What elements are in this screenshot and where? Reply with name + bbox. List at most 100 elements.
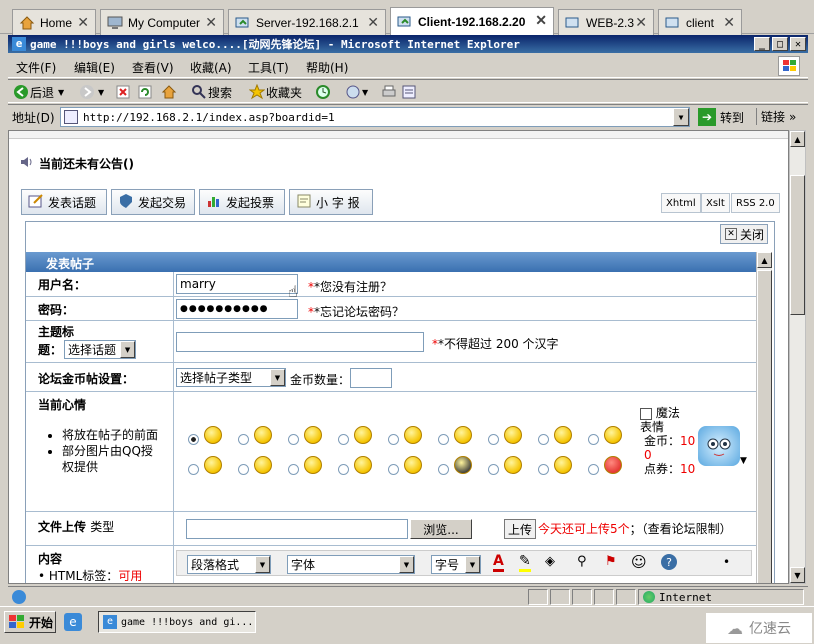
close-icon[interactable]: ✕ <box>635 14 647 31</box>
mood-radio[interactable] <box>338 464 349 475</box>
address-input[interactable]: http://192.168.2.1/index.asp?boardid=1 ▼ <box>60 107 690 127</box>
maximize-button[interactable]: □ <box>772 37 788 51</box>
mood-radio[interactable] <box>238 434 249 445</box>
home-button[interactable] <box>160 83 178 101</box>
refresh-button[interactable] <box>136 83 154 101</box>
page-scrollbar[interactable]: ▲ ▼ <box>789 130 806 584</box>
menu-view[interactable]: 查看(V) <box>132 59 174 76</box>
xhtml-button[interactable]: Xhtml <box>661 193 701 213</box>
font-color-icon[interactable]: A <box>493 553 504 572</box>
quicklaunch-ie-icon[interactable]: e <box>64 613 82 631</box>
tab-client[interactable]: client ✕ <box>658 9 742 35</box>
mood-radio[interactable] <box>188 464 199 475</box>
magic-emoticon[interactable] <box>698 426 740 466</box>
mood-radio[interactable] <box>588 434 599 445</box>
tab-web[interactable]: WEB-2.3 ✕ <box>558 9 654 35</box>
close-icon[interactable]: ✕ <box>535 12 547 29</box>
forgot-password-link[interactable]: **忘记论坛密码？ <box>308 303 404 320</box>
stop-button[interactable] <box>114 83 132 101</box>
start-trade-button[interactable]: 发起交易 <box>111 189 195 215</box>
mood-radio[interactable] <box>338 434 349 445</box>
history-icon <box>314 83 332 101</box>
scroll-thumb[interactable] <box>790 175 805 315</box>
menu-file[interactable]: 文件(F) <box>16 59 56 76</box>
start-vote-button[interactable]: 发起投票 <box>199 189 285 215</box>
mood-radio[interactable] <box>288 464 299 475</box>
help-icon[interactable]: ? <box>661 554 677 570</box>
mood-radio[interactable] <box>438 464 449 475</box>
taskbar-window-button[interactable]: e game !!!boys and gi... <box>98 611 256 633</box>
paragraph-format-select[interactable]: 段落格式 ▼ <box>187 555 271 574</box>
flag-icon[interactable]: ⚑ <box>605 554 617 569</box>
password-input[interactable]: ●●●●●●●●●● <box>176 299 298 319</box>
menu-favorites[interactable]: 收藏(A) <box>190 59 232 76</box>
mood-radio[interactable] <box>188 434 199 445</box>
upload-button[interactable]: 上传 <box>504 519 536 539</box>
mood-radio[interactable] <box>488 434 499 445</box>
tab-home[interactable]: Home ✕ <box>12 9 96 35</box>
mail-button[interactable]: ▼ <box>344 83 368 101</box>
menu-tools[interactable]: 工具(T) <box>248 59 289 76</box>
minimize-button[interactable]: _ <box>754 37 770 51</box>
close-icon[interactable]: ✕ <box>367 14 379 31</box>
mood-radio[interactable] <box>538 434 549 445</box>
status-pane <box>572 589 592 605</box>
mood-radio[interactable] <box>438 434 449 445</box>
gold-amount-input[interactable] <box>350 368 392 388</box>
tab-my-computer[interactable]: My Computer ✕ <box>100 9 224 35</box>
close-icon[interactable]: ✕ <box>723 14 735 31</box>
go-button[interactable]: ➔ 转到 <box>698 108 744 126</box>
mood-radio[interactable] <box>388 464 399 475</box>
close-panel-button[interactable]: ✕ 关闭 <box>720 224 768 244</box>
favorites-button[interactable]: 收藏夹 <box>248 83 302 101</box>
upload-limit-link[interactable]: （查看论坛限制） <box>642 522 732 536</box>
print-button[interactable] <box>380 83 398 101</box>
scroll-down-button[interactable]: ▼ <box>790 567 805 583</box>
mood-radio[interactable] <box>588 464 599 475</box>
forward-button[interactable]: ▼ <box>78 83 104 101</box>
find-icon[interactable]: ⚲ <box>577 554 587 569</box>
back-label: 后退 <box>30 85 55 100</box>
topic-select[interactable]: 选择话题 ▼ <box>64 340 137 359</box>
post-topic-button[interactable]: 发表话题 <box>21 189 107 215</box>
post-type-select[interactable]: 选择帖子类型 ▼ <box>176 368 286 387</box>
register-link[interactable]: **您没有注册？ <box>308 278 392 295</box>
close-icon[interactable]: ✕ <box>77 14 89 31</box>
mood-radio[interactable] <box>238 464 249 475</box>
magic-checkbox[interactable] <box>640 407 652 420</box>
eraser-icon[interactable]: ◈ <box>545 554 555 569</box>
search-button[interactable]: 搜索 <box>190 83 232 101</box>
xslt-button[interactable]: Xslt <box>701 193 730 213</box>
close-icon[interactable]: ✕ <box>205 14 217 31</box>
mood-radio[interactable] <box>538 464 549 475</box>
highlight-icon[interactable]: ✎ <box>519 553 531 572</box>
mood-radio[interactable] <box>488 464 499 475</box>
scroll-up-button[interactable]: ▲ <box>757 252 772 268</box>
menu-help[interactable]: 帮助(H) <box>306 59 348 76</box>
subject-input[interactable] <box>176 332 424 352</box>
history-button[interactable] <box>314 83 332 101</box>
chevron-down-icon[interactable]: ▼ <box>740 456 747 466</box>
small-report-button[interactable]: 小 字 报 <box>289 189 373 215</box>
start-button[interactable]: 开始 <box>4 611 56 633</box>
back-button[interactable]: 后退 ▼ <box>12 83 64 101</box>
menu-edit[interactable]: 编辑(E) <box>74 59 115 76</box>
tab-server[interactable]: Server-192.168.2.1 ✕ <box>228 9 386 35</box>
file-path-input[interactable] <box>186 519 408 539</box>
mood-radio[interactable] <box>288 434 299 445</box>
smiley-icon[interactable]: ☺ <box>631 553 647 571</box>
browse-button[interactable]: 浏览... <box>410 519 472 539</box>
close-button[interactable]: ✕ <box>790 37 806 51</box>
font-size-select[interactable]: 字号 ▼ <box>431 555 481 574</box>
username-input[interactable]: marry <box>176 274 298 294</box>
edit-button[interactable] <box>400 83 418 101</box>
rss-button[interactable]: RSS 2.0 <box>731 193 780 213</box>
scroll-thumb[interactable] <box>757 270 772 583</box>
links-button[interactable]: 链接» <box>756 108 796 125</box>
address-dropdown[interactable]: ▼ <box>673 108 689 126</box>
inner-scrollbar[interactable]: ▲ <box>756 252 772 583</box>
tab-client-active[interactable]: Client-192.168.2.20 ✕ <box>390 7 554 35</box>
scroll-up-button[interactable]: ▲ <box>790 131 805 147</box>
mood-radio[interactable] <box>388 434 399 445</box>
font-select[interactable]: 字体 ▼ <box>287 555 415 574</box>
